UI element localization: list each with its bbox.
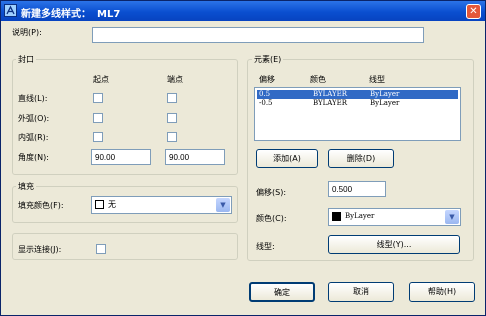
- cap-outer-arc-label: 外弧(O):: [18, 114, 50, 123]
- caps-group-title: 封口: [16, 54, 36, 65]
- fill-color-dropdown[interactable]: 无 ▼: [91, 196, 232, 214]
- elements-group-title: 元素(E): [252, 54, 284, 65]
- element-color-value: ByLayer: [345, 212, 375, 220]
- element-linetype: ByLayer: [370, 99, 400, 107]
- show-joints-checkbox[interactable]: [96, 244, 106, 254]
- cap-inner-arc-label: 内弧(R):: [18, 133, 49, 142]
- close-button[interactable]: ✕: [466, 4, 481, 19]
- element-color-swatch: [332, 212, 341, 221]
- chevron-down-icon: ▼: [445, 210, 459, 224]
- delete-element-button[interactable]: 删除(D): [328, 149, 394, 168]
- elements-header-offset: 偏移: [259, 75, 275, 84]
- cap-line-start-checkbox[interactable]: [93, 93, 103, 103]
- element-color: BYLAYER: [313, 90, 348, 98]
- ok-button[interactable]: 确定: [249, 282, 315, 302]
- chevron-down-icon: ▼: [216, 198, 230, 212]
- element-offset: -0.5: [259, 99, 273, 107]
- app-icon: [4, 4, 17, 17]
- element-color-dropdown[interactable]: ByLayer ▼: [328, 208, 461, 226]
- element-color-label: 颜色(C):: [256, 214, 287, 223]
- element-row[interactable]: 0.5 BYLAYER ByLayer: [257, 90, 458, 99]
- cap-angle-start-input[interactable]: [91, 149, 151, 165]
- cap-angle-label: 角度(N):: [18, 153, 49, 162]
- element-linetype-label: 线型:: [256, 242, 275, 251]
- cap-line-end-checkbox[interactable]: [167, 93, 177, 103]
- cap-line-label: 直线(L):: [18, 94, 48, 103]
- help-button[interactable]: 帮助(H): [409, 282, 475, 302]
- element-offset-input[interactable]: [328, 181, 386, 197]
- element-offset: 0.5: [259, 90, 271, 98]
- new-multiline-style-dialog: 新建多线样式： ML7 ✕ 说明(P): 封口 起点 端点 直线(L): 外弧(O…: [0, 0, 486, 316]
- fill-color-label: 填充颜色(F):: [18, 201, 64, 210]
- fill-group-title: 填充: [16, 181, 36, 192]
- style-name: ML7: [97, 9, 121, 20]
- cap-inner-arc-end-checkbox[interactable]: [167, 132, 177, 142]
- cap-inner-arc-start-checkbox[interactable]: [93, 132, 103, 142]
- caps-start-header: 起点: [93, 75, 109, 84]
- title-bar[interactable]: 新建多线样式： ML7 ✕: [1, 1, 485, 21]
- elements-header-color: 颜色: [310, 75, 326, 84]
- add-element-button[interactable]: 添加(A): [256, 149, 318, 168]
- cap-angle-end-input[interactable]: [165, 149, 225, 165]
- cancel-button[interactable]: 取消: [328, 282, 394, 302]
- linetype-button[interactable]: 线型(Y)...: [328, 235, 460, 254]
- fill-color-swatch: [95, 200, 104, 209]
- element-row[interactable]: -0.5 BYLAYER ByLayer: [257, 99, 458, 108]
- description-label: 说明(P):: [12, 28, 42, 37]
- cap-outer-arc-start-checkbox[interactable]: [93, 113, 103, 123]
- cap-outer-arc-end-checkbox[interactable]: [167, 113, 177, 123]
- element-offset-label: 偏移(S):: [256, 188, 287, 197]
- description-input[interactable]: [92, 27, 424, 43]
- elements-header-linetype: 线型: [369, 75, 385, 84]
- element-color: BYLAYER: [313, 99, 348, 107]
- element-linetype: ByLayer: [370, 90, 400, 98]
- caps-end-header: 端点: [167, 75, 183, 84]
- elements-list[interactable]: 0.5 BYLAYER ByLayer -0.5 BYLAYER ByLayer: [254, 87, 461, 141]
- window-title: 新建多线样式： ML7: [21, 9, 121, 20]
- show-joints-label: 显示连接(J):: [18, 245, 62, 254]
- fill-color-value: 无: [108, 200, 116, 209]
